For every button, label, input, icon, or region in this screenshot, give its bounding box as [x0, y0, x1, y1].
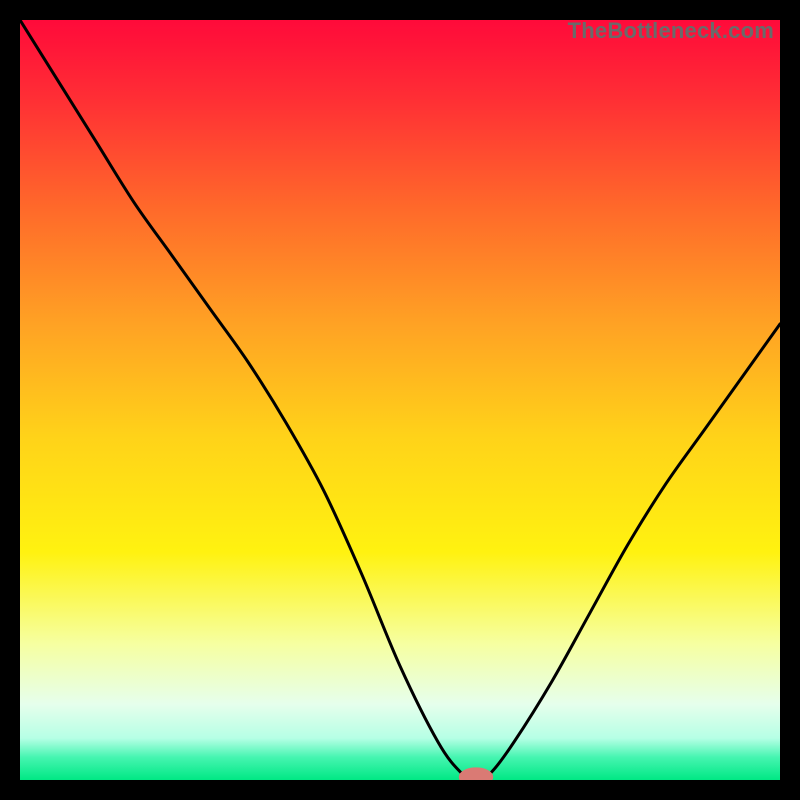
watermark-label: TheBottleneck.com — [568, 18, 774, 44]
chart-frame: TheBottleneck.com — [20, 20, 780, 780]
bottleneck-chart — [20, 20, 780, 780]
